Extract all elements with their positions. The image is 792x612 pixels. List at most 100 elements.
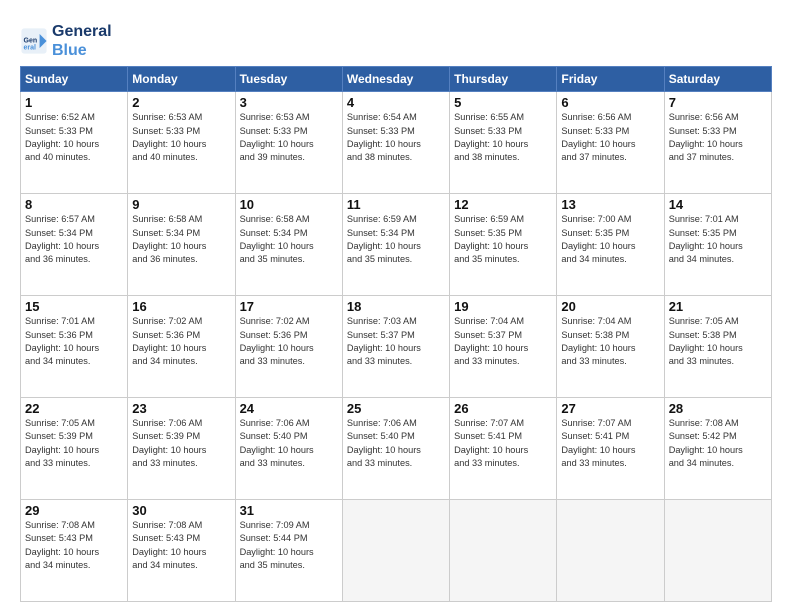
day-number: 19: [454, 299, 552, 314]
day-number: 10: [240, 197, 338, 212]
page: Gen eral General Blue SundayMondayTuesda…: [0, 0, 792, 612]
day-number: 23: [132, 401, 230, 416]
day-number: 22: [25, 401, 123, 416]
day-number: 1: [25, 95, 123, 110]
svg-text:Gen: Gen: [24, 38, 38, 45]
calendar-cell: 29Sunrise: 7:08 AMSunset: 5:43 PMDayligh…: [21, 500, 128, 602]
day-info: Sunrise: 7:01 AMSunset: 5:36 PMDaylight:…: [25, 315, 123, 368]
day-number: 25: [347, 401, 445, 416]
day-number: 20: [561, 299, 659, 314]
calendar-header-wednesday: Wednesday: [342, 67, 449, 92]
day-info: Sunrise: 6:54 AMSunset: 5:33 PMDaylight:…: [347, 111, 445, 164]
day-info: Sunrise: 7:06 AMSunset: 5:40 PMDaylight:…: [347, 417, 445, 470]
calendar-header-thursday: Thursday: [450, 67, 557, 92]
day-number: 5: [454, 95, 552, 110]
day-info: Sunrise: 7:05 AMSunset: 5:39 PMDaylight:…: [25, 417, 123, 470]
day-number: 3: [240, 95, 338, 110]
day-info: Sunrise: 6:53 AMSunset: 5:33 PMDaylight:…: [240, 111, 338, 164]
calendar-cell: 26Sunrise: 7:07 AMSunset: 5:41 PMDayligh…: [450, 398, 557, 500]
day-number: 16: [132, 299, 230, 314]
day-info: Sunrise: 6:59 AMSunset: 5:34 PMDaylight:…: [347, 213, 445, 266]
calendar-week-row-1: 1Sunrise: 6:52 AMSunset: 5:33 PMDaylight…: [21, 92, 772, 194]
day-info: Sunrise: 7:07 AMSunset: 5:41 PMDaylight:…: [454, 417, 552, 470]
day-info: Sunrise: 6:58 AMSunset: 5:34 PMDaylight:…: [132, 213, 230, 266]
calendar-cell: 14Sunrise: 7:01 AMSunset: 5:35 PMDayligh…: [664, 194, 771, 296]
day-info: Sunrise: 7:00 AMSunset: 5:35 PMDaylight:…: [561, 213, 659, 266]
calendar-cell: 8Sunrise: 6:57 AMSunset: 5:34 PMDaylight…: [21, 194, 128, 296]
day-number: 31: [240, 503, 338, 518]
day-number: 7: [669, 95, 767, 110]
day-number: 29: [25, 503, 123, 518]
calendar-header-sunday: Sunday: [21, 67, 128, 92]
calendar-week-row-3: 15Sunrise: 7:01 AMSunset: 5:36 PMDayligh…: [21, 296, 772, 398]
day-number: 27: [561, 401, 659, 416]
calendar-cell: 12Sunrise: 6:59 AMSunset: 5:35 PMDayligh…: [450, 194, 557, 296]
day-info: Sunrise: 6:56 AMSunset: 5:33 PMDaylight:…: [669, 111, 767, 164]
calendar-cell: 7Sunrise: 6:56 AMSunset: 5:33 PMDaylight…: [664, 92, 771, 194]
calendar-cell: 15Sunrise: 7:01 AMSunset: 5:36 PMDayligh…: [21, 296, 128, 398]
day-info: Sunrise: 6:58 AMSunset: 5:34 PMDaylight:…: [240, 213, 338, 266]
calendar-header-saturday: Saturday: [664, 67, 771, 92]
calendar-cell: [342, 500, 449, 602]
calendar-cell: 11Sunrise: 6:59 AMSunset: 5:34 PMDayligh…: [342, 194, 449, 296]
day-info: Sunrise: 7:05 AMSunset: 5:38 PMDaylight:…: [669, 315, 767, 368]
calendar-cell: [664, 500, 771, 602]
day-number: 15: [25, 299, 123, 314]
calendar-cell: 25Sunrise: 7:06 AMSunset: 5:40 PMDayligh…: [342, 398, 449, 500]
calendar-cell: 21Sunrise: 7:05 AMSunset: 5:38 PMDayligh…: [664, 296, 771, 398]
day-info: Sunrise: 7:04 AMSunset: 5:37 PMDaylight:…: [454, 315, 552, 368]
day-number: 9: [132, 197, 230, 212]
calendar-cell: 27Sunrise: 7:07 AMSunset: 5:41 PMDayligh…: [557, 398, 664, 500]
day-number: 24: [240, 401, 338, 416]
day-info: Sunrise: 6:52 AMSunset: 5:33 PMDaylight:…: [25, 111, 123, 164]
day-info: Sunrise: 7:09 AMSunset: 5:44 PMDaylight:…: [240, 519, 338, 572]
day-number: 2: [132, 95, 230, 110]
calendar-cell: 9Sunrise: 6:58 AMSunset: 5:34 PMDaylight…: [128, 194, 235, 296]
calendar-cell: 2Sunrise: 6:53 AMSunset: 5:33 PMDaylight…: [128, 92, 235, 194]
calendar-header-friday: Friday: [557, 67, 664, 92]
day-info: Sunrise: 6:57 AMSunset: 5:34 PMDaylight:…: [25, 213, 123, 266]
header: Gen eral General Blue: [20, 18, 772, 60]
day-info: Sunrise: 7:06 AMSunset: 5:39 PMDaylight:…: [132, 417, 230, 470]
logo: Gen eral General Blue: [20, 22, 112, 60]
calendar-cell: 18Sunrise: 7:03 AMSunset: 5:37 PMDayligh…: [342, 296, 449, 398]
calendar-cell: 30Sunrise: 7:08 AMSunset: 5:43 PMDayligh…: [128, 500, 235, 602]
calendar-week-row-5: 29Sunrise: 7:08 AMSunset: 5:43 PMDayligh…: [21, 500, 772, 602]
day-info: Sunrise: 7:01 AMSunset: 5:35 PMDaylight:…: [669, 213, 767, 266]
calendar-cell: [557, 500, 664, 602]
calendar-cell: 19Sunrise: 7:04 AMSunset: 5:37 PMDayligh…: [450, 296, 557, 398]
calendar-header-row: SundayMondayTuesdayWednesdayThursdayFrid…: [21, 67, 772, 92]
day-info: Sunrise: 6:53 AMSunset: 5:33 PMDaylight:…: [132, 111, 230, 164]
day-number: 28: [669, 401, 767, 416]
calendar-cell: 22Sunrise: 7:05 AMSunset: 5:39 PMDayligh…: [21, 398, 128, 500]
calendar-cell: 13Sunrise: 7:00 AMSunset: 5:35 PMDayligh…: [557, 194, 664, 296]
calendar-week-row-2: 8Sunrise: 6:57 AMSunset: 5:34 PMDaylight…: [21, 194, 772, 296]
day-info: Sunrise: 7:04 AMSunset: 5:38 PMDaylight:…: [561, 315, 659, 368]
day-number: 18: [347, 299, 445, 314]
day-number: 14: [669, 197, 767, 212]
day-number: 17: [240, 299, 338, 314]
day-number: 12: [454, 197, 552, 212]
logo-text: General Blue: [52, 22, 112, 60]
calendar-table: SundayMondayTuesdayWednesdayThursdayFrid…: [20, 66, 772, 602]
day-number: 26: [454, 401, 552, 416]
day-number: 21: [669, 299, 767, 314]
day-info: Sunrise: 6:55 AMSunset: 5:33 PMDaylight:…: [454, 111, 552, 164]
calendar-header-monday: Monday: [128, 67, 235, 92]
day-info: Sunrise: 7:07 AMSunset: 5:41 PMDaylight:…: [561, 417, 659, 470]
calendar-cell: 16Sunrise: 7:02 AMSunset: 5:36 PMDayligh…: [128, 296, 235, 398]
calendar-cell: 5Sunrise: 6:55 AMSunset: 5:33 PMDaylight…: [450, 92, 557, 194]
svg-text:eral: eral: [24, 45, 37, 52]
day-number: 30: [132, 503, 230, 518]
day-number: 11: [347, 197, 445, 212]
day-info: Sunrise: 7:08 AMSunset: 5:43 PMDaylight:…: [25, 519, 123, 572]
calendar-header-tuesday: Tuesday: [235, 67, 342, 92]
calendar-cell: 24Sunrise: 7:06 AMSunset: 5:40 PMDayligh…: [235, 398, 342, 500]
calendar-week-row-4: 22Sunrise: 7:05 AMSunset: 5:39 PMDayligh…: [21, 398, 772, 500]
calendar-cell: 1Sunrise: 6:52 AMSunset: 5:33 PMDaylight…: [21, 92, 128, 194]
calendar-cell: 28Sunrise: 7:08 AMSunset: 5:42 PMDayligh…: [664, 398, 771, 500]
day-info: Sunrise: 7:06 AMSunset: 5:40 PMDaylight:…: [240, 417, 338, 470]
calendar-cell: 20Sunrise: 7:04 AMSunset: 5:38 PMDayligh…: [557, 296, 664, 398]
calendar-cell: 17Sunrise: 7:02 AMSunset: 5:36 PMDayligh…: [235, 296, 342, 398]
day-number: 13: [561, 197, 659, 212]
